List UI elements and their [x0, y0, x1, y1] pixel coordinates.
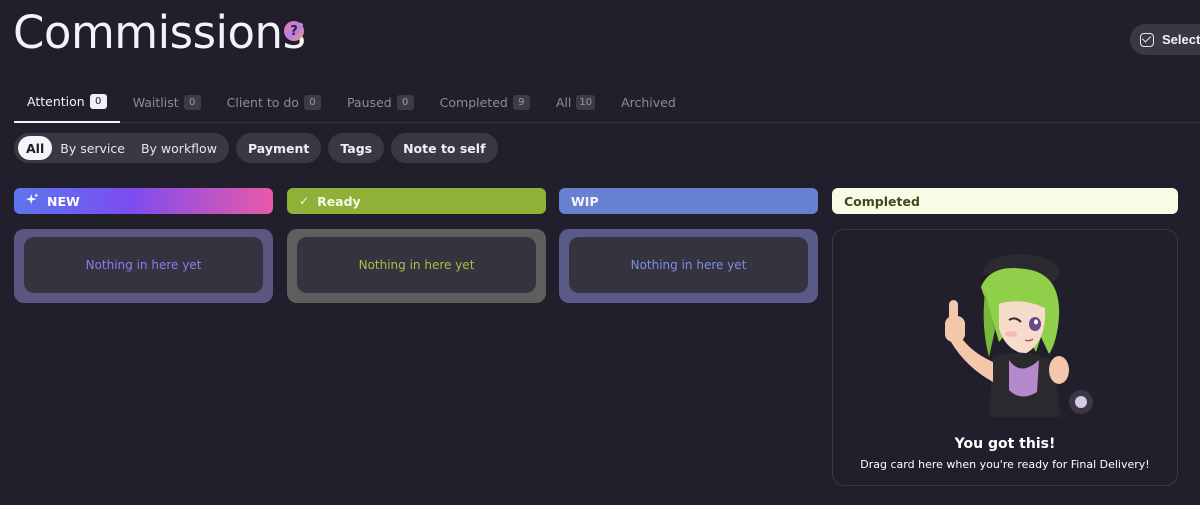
check-icon: ✓ [299, 194, 310, 208]
column-dropzone-new[interactable]: Nothing in here yet [14, 229, 273, 303]
tab-label: Waitlist [132, 94, 179, 110]
tab-label: Archived [621, 94, 676, 110]
tab-label: Completed [439, 94, 508, 110]
column-label: Completed [844, 193, 920, 209]
filter-all[interactable]: All [18, 136, 53, 160]
filter-by-workflow[interactable]: By workflow [133, 136, 225, 160]
column-header-ready[interactable]: ✓ Ready [287, 188, 546, 214]
tab-attention[interactable]: Attention 0 [14, 88, 120, 123]
tab-label: All [555, 94, 572, 110]
sparkle-icon [26, 193, 39, 209]
select-button-label: Select [1162, 32, 1200, 47]
tab-count-badge: 10 [576, 94, 596, 110]
column-dropzone-wip[interactable]: Nothing in here yet [559, 229, 818, 303]
column-label: Ready [317, 193, 361, 209]
completed-empty-title: You got this! [954, 436, 1056, 452]
page-title: Commissions [13, 6, 306, 59]
filter-by-service[interactable]: By service [52, 136, 133, 160]
tab-label: Client to do [226, 94, 299, 110]
column-dropzone-ready[interactable]: Nothing in here yet [287, 229, 546, 303]
commissions-page: Commissions ? Select Attention 0 Waitlis… [0, 0, 1200, 505]
filter-note-to-self-button[interactable]: Note to self [391, 133, 498, 163]
tab-count-badge: 9 [512, 94, 530, 110]
tab-count-badge: 0 [183, 94, 201, 110]
empty-state: Nothing in here yet [24, 237, 263, 293]
status-tabs: Attention 0 Waitlist 0 Client to do 0 Pa… [14, 88, 1200, 123]
filter-payment-button[interactable]: Payment [235, 133, 322, 163]
empty-state: Nothing in here yet [297, 237, 536, 293]
column-label: NEW [47, 193, 80, 209]
filter-tags-button[interactable]: Tags [328, 133, 385, 163]
column-header-wip[interactable]: WIP [559, 188, 818, 214]
tab-all[interactable]: All 10 [543, 88, 608, 116]
tab-client-to-do[interactable]: Client to do 0 [214, 88, 334, 116]
tab-label: Attention [27, 93, 85, 109]
select-button[interactable]: Select [1130, 24, 1200, 55]
empty-state: Nothing in here yet [569, 237, 808, 293]
thumbs-up-mascot-icon [921, 242, 1096, 417]
tab-label: Paused [346, 94, 392, 110]
column-header-new[interactable]: NEW [14, 188, 273, 214]
help-icon[interactable]: ? [284, 21, 304, 41]
column-label: WIP [571, 193, 599, 209]
filter-bar: All By service By workflow Payment Tags … [14, 133, 498, 163]
grouping-segmented-control: All By service By workflow [14, 133, 229, 163]
completed-empty-subtitle: Drag card here when you're ready for Fin… [860, 458, 1150, 471]
tab-archived[interactable]: Archived [608, 88, 689, 116]
tab-count-badge: 0 [89, 93, 107, 109]
tab-waitlist[interactable]: Waitlist 0 [120, 88, 214, 116]
tab-count-badge: 0 [396, 94, 414, 110]
column-dropzone-completed[interactable]: You got this! Drag card here when you're… [832, 229, 1178, 486]
tab-completed[interactable]: Completed 9 [427, 88, 543, 116]
tab-count-badge: 0 [303, 94, 321, 110]
tab-paused[interactable]: Paused 0 [334, 88, 427, 116]
checkbox-icon [1140, 32, 1154, 47]
column-header-completed[interactable]: Completed [832, 188, 1178, 214]
